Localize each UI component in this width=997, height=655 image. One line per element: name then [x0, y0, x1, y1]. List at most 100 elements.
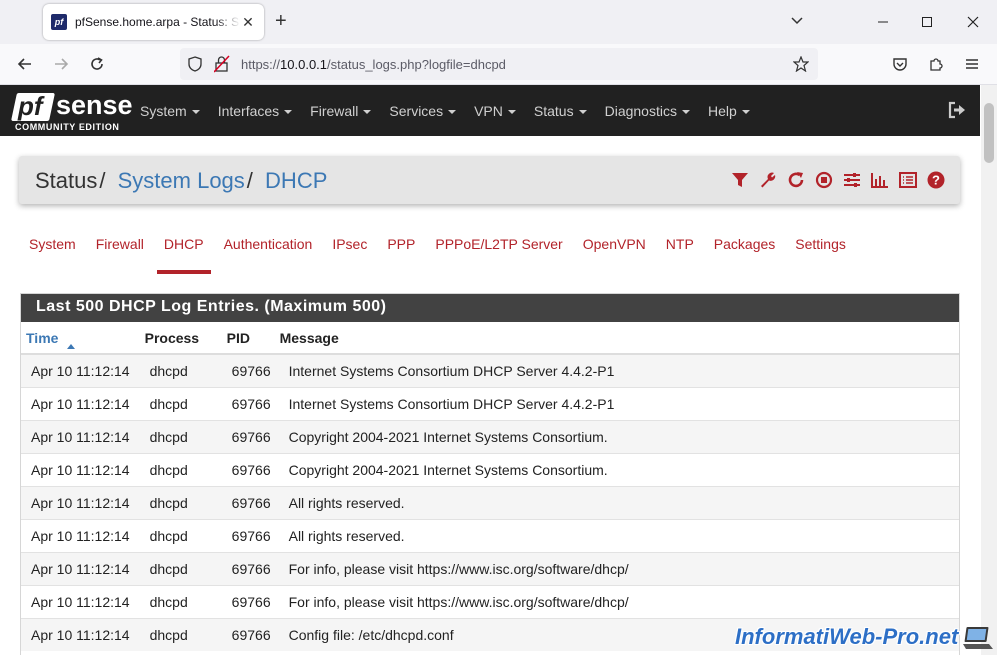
- menu-system-label: System: [140, 102, 187, 119]
- pocket-icon[interactable]: [890, 54, 910, 74]
- extensions-icon[interactable]: [926, 54, 946, 74]
- refresh-icon[interactable]: [786, 169, 806, 191]
- tab-dhcp[interactable]: DHCP: [155, 236, 213, 274]
- tab-packages[interactable]: Packages: [705, 236, 784, 272]
- help-icon[interactable]: ?: [926, 169, 946, 191]
- page-content: pf sense COMMUNITY EDITION System Interf…: [0, 85, 997, 655]
- column-time-header[interactable]: Time: [21, 322, 140, 355]
- column-process-header: Process: [139, 322, 222, 355]
- log-time-cell: Apr 10 11:12:14: [21, 584, 140, 618]
- log-pid-cell: 69766: [221, 551, 275, 585]
- menu-diagnostics[interactable]: Diagnostics: [605, 103, 690, 119]
- address-bar[interactable]: https://10.0.0.1/status_logs.php?logfile…: [180, 48, 818, 80]
- breadcrumb-panel: Status/ System Logs/ DHCP ?: [19, 156, 960, 204]
- pfsense-logo[interactable]: pf sense COMMUNITY EDITION: [11, 89, 133, 133]
- log-time-cell: Apr 10 11:12:14: [21, 551, 140, 585]
- filter-icon[interactable]: [730, 169, 750, 191]
- log-pid-cell: 69766: [221, 452, 275, 486]
- forward-arrow-icon[interactable]: [51, 54, 71, 74]
- watermark-text: InformatiWeb-Pro.net: [735, 624, 959, 649]
- url-host: 10.0.0.1: [280, 56, 328, 72]
- list-icon[interactable]: [898, 169, 918, 191]
- log-process-cell: dhcpd: [139, 353, 222, 387]
- breadcrumb: Status/ System Logs/ DHCP: [35, 168, 327, 194]
- tab-openvpn[interactable]: OpenVPN: [574, 236, 655, 272]
- insecure-lock-icon[interactable]: [213, 55, 230, 78]
- log-panel: Last 500 DHCP Log Entries. (Maximum 500)…: [20, 293, 960, 655]
- caret-down-icon: [284, 109, 293, 114]
- menu-help[interactable]: Help: [708, 103, 750, 119]
- maximize-icon[interactable]: [917, 12, 937, 32]
- log-process-cell: dhcpd: [139, 551, 222, 585]
- log-message-cell: Copyright 2004-2021 Internet Systems Con…: [274, 419, 959, 453]
- menu-vpn-label: VPN: [474, 102, 503, 119]
- svg-text:?: ?: [932, 173, 940, 188]
- log-pid-cell: 69766: [221, 419, 275, 453]
- main-menu: System Interfaces Firewall Services VPN …: [140, 85, 768, 136]
- stop-circle-icon[interactable]: [814, 169, 834, 191]
- log-pid-cell: 69766: [221, 386, 275, 420]
- log-message-cell: For info, please visit https://www.isc.o…: [274, 584, 959, 618]
- menu-interfaces[interactable]: Interfaces: [218, 103, 293, 119]
- menu-system[interactable]: System: [140, 103, 200, 119]
- log-tabs: System Firewall DHCP Authentication IPse…: [20, 236, 857, 274]
- log-process-cell: dhcpd: [139, 584, 222, 618]
- browser-tab-strip: pf pfSense.home.arpa - Status: System Lo…: [0, 0, 997, 44]
- caret-down-icon: [578, 109, 587, 114]
- close-window-icon[interactable]: [963, 12, 983, 32]
- log-message-cell: Internet Systems Consortium DHCP Server …: [274, 386, 959, 420]
- logout-icon[interactable]: [947, 100, 967, 120]
- laptop-logo-icon: [962, 624, 994, 652]
- pfsense-favicon-icon: pf: [51, 14, 67, 30]
- page-scrollbar[interactable]: [981, 85, 997, 655]
- sort-ascending-icon: [67, 344, 75, 349]
- tab-pppoe-l2tp-server[interactable]: PPPoE/L2TP Server: [426, 236, 571, 272]
- tab-ppp[interactable]: PPP: [378, 236, 424, 272]
- url-path: /status_logs.php?logfile=dhcpd: [327, 56, 506, 72]
- new-tab-icon[interactable]: +: [275, 10, 287, 32]
- browser-tab[interactable]: pf pfSense.home.arpa - Status: System Lo…: [43, 4, 264, 40]
- log-time-cell: Apr 10 11:12:14: [21, 419, 140, 453]
- logo-sense-text: sense: [56, 90, 133, 120]
- list-all-tabs-icon[interactable]: [790, 13, 804, 32]
- scrollbar-thumb[interactable]: [984, 103, 994, 163]
- log-process-cell: dhcpd: [139, 617, 222, 651]
- tab-title: pfSense.home.arpa - Status: System Logs:…: [75, 15, 240, 29]
- sliders-icon[interactable]: [842, 169, 862, 191]
- caret-down-icon: [191, 109, 200, 114]
- menu-services[interactable]: Services: [389, 103, 457, 119]
- reload-icon[interactable]: [87, 54, 107, 74]
- bookmark-star-icon[interactable]: [792, 55, 810, 77]
- wrench-icon[interactable]: [758, 169, 778, 191]
- log-time-cell: Apr 10 11:12:14: [21, 452, 140, 486]
- log-process-cell: dhcpd: [139, 419, 222, 453]
- breadcrumb-dhcp-link[interactable]: DHCP: [265, 168, 327, 193]
- menu-status[interactable]: Status: [534, 103, 587, 119]
- breadcrumb-system-logs-link[interactable]: System Logs: [118, 168, 245, 193]
- column-pid-header: PID: [221, 322, 275, 355]
- tab-close-icon[interactable]: ✕: [240, 14, 256, 31]
- log-time-cell: Apr 10 11:12:14: [21, 485, 140, 519]
- bar-chart-icon[interactable]: [870, 169, 890, 191]
- log-process-cell: dhcpd: [139, 452, 222, 486]
- url-prefix: https://: [241, 56, 281, 72]
- log-pid-cell: 69766: [221, 485, 275, 519]
- table-row: Apr 10 11:12:14 dhcpd 69766 Internet System…: [21, 353, 959, 387]
- breadcrumb-separator: /: [99, 168, 106, 193]
- breadcrumb-actions: ?: [722, 169, 946, 191]
- menu-firewall[interactable]: Firewall: [310, 103, 372, 119]
- tab-ipsec[interactable]: IPsec: [323, 236, 376, 272]
- log-pid-cell: 69766: [221, 584, 275, 618]
- menu-vpn[interactable]: VPN: [474, 103, 516, 119]
- table-row: Apr 10 11:12:14 dhcpd 69766 Internet System…: [21, 386, 959, 420]
- minimize-icon[interactable]: [873, 12, 893, 32]
- log-time-cell: Apr 10 11:12:14: [21, 617, 140, 651]
- tab-system[interactable]: System: [20, 236, 85, 272]
- tab-authentication[interactable]: Authentication: [215, 236, 322, 272]
- back-arrow-icon[interactable]: [15, 54, 35, 74]
- tracking-shield-icon[interactable]: [188, 56, 202, 77]
- app-menu-icon[interactable]: [962, 54, 982, 74]
- tab-settings[interactable]: Settings: [786, 236, 855, 272]
- tab-ntp[interactable]: NTP: [657, 236, 703, 272]
- tab-firewall[interactable]: Firewall: [87, 236, 153, 272]
